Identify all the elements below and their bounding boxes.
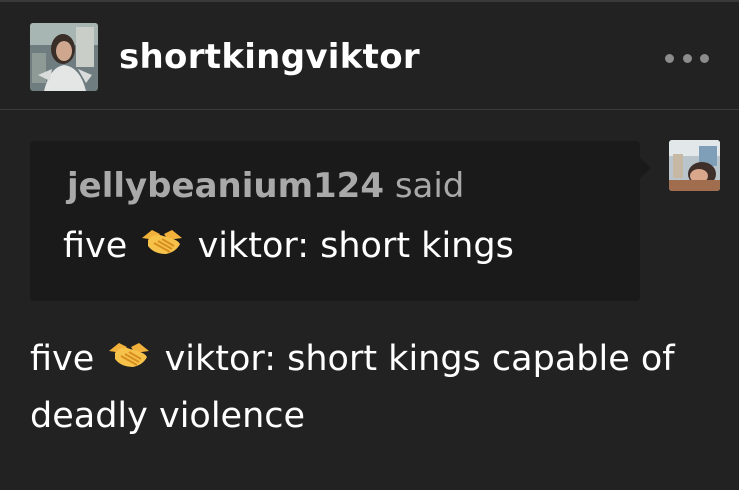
post-header: shortkingviktor [0, 2, 739, 110]
quote-said-label: said [394, 166, 465, 206]
quoted-user-avatar-photo-icon [669, 140, 720, 191]
handshake-emoji-icon [140, 225, 184, 269]
quote-text-before: five [63, 226, 128, 266]
quote-text: five viktor: short kings [63, 224, 514, 269]
blog-name[interactable]: shortkingviktor [119, 34, 420, 80]
post-body-text: five viktor: short kings capable of dead… [30, 331, 730, 444]
more-horizontal-icon-dot [700, 53, 709, 63]
more-horizontal-icon [665, 53, 674, 63]
quote-pointer [640, 158, 651, 178]
post-card: shortkingviktor jellybeanium124 said fiv… [0, 0, 739, 490]
quote-attribution: jellybeanium124 said [67, 165, 464, 207]
quote-text-after: viktor: short kings [197, 226, 514, 266]
quoted-user-avatar[interactable] [669, 140, 720, 191]
quote-author-link[interactable]: jellybeanium124 [67, 166, 384, 206]
reblog-quote: jellybeanium124 said five viktor: short … [30, 141, 640, 301]
blog-avatar-photo-icon [30, 23, 98, 91]
handshake-emoji-icon [107, 332, 151, 388]
more-options-button[interactable] [665, 48, 709, 68]
blog-avatar[interactable] [30, 23, 98, 91]
body-text-before: five [30, 339, 95, 379]
more-horizontal-icon-dot [682, 53, 692, 63]
